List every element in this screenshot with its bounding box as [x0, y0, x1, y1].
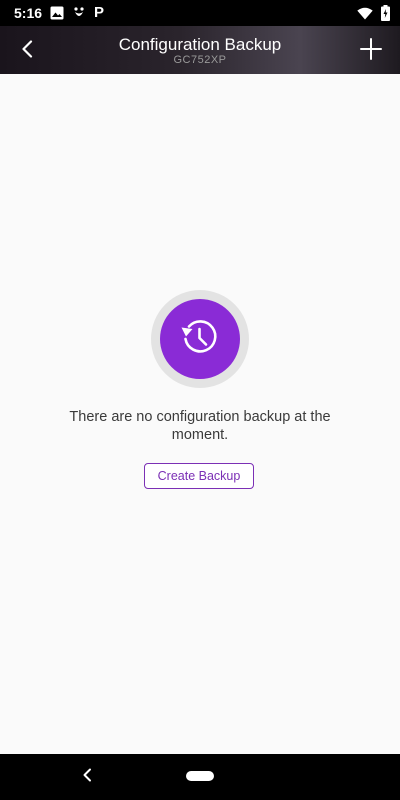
empty-state-message: There are no configuration backup at the… — [69, 409, 331, 443]
screen: 5:16 P Configuration Backup GC752XP Ther… — [0, 0, 400, 800]
status-right-icons — [357, 5, 390, 21]
wifi-icon — [357, 7, 373, 20]
title-block: Configuration Backup GC752XP — [60, 36, 340, 67]
chevron-left-icon — [20, 39, 34, 63]
app-notification-icon — [72, 6, 86, 20]
nav-back-button[interactable] — [78, 768, 96, 786]
page-subtitle: GC752XP — [173, 54, 227, 66]
app-bar: Configuration Backup GC752XP — [0, 26, 400, 74]
empty-state-icon-ring — [151, 290, 249, 388]
create-backup-button[interactable]: Create Backup — [144, 463, 254, 489]
status-time: 5:16 — [14, 5, 43, 21]
nav-back-icon — [82, 768, 92, 787]
page-title: Configuration Backup — [118, 35, 282, 54]
status-bar: 5:16 P — [0, 0, 400, 26]
battery-icon — [381, 5, 390, 21]
image-icon — [50, 6, 64, 20]
empty-state-icon-circle — [160, 299, 240, 379]
history-icon — [178, 315, 222, 364]
home-pill-icon[interactable] — [186, 771, 214, 781]
p-app-icon: P — [94, 4, 105, 21]
add-button[interactable] — [356, 36, 386, 66]
status-left-icons: P — [50, 5, 104, 21]
nav-bar — [0, 754, 400, 800]
plus-icon — [360, 37, 382, 65]
main-content: There are no configuration backup at the… — [0, 74, 400, 754]
back-button[interactable] — [12, 36, 42, 66]
